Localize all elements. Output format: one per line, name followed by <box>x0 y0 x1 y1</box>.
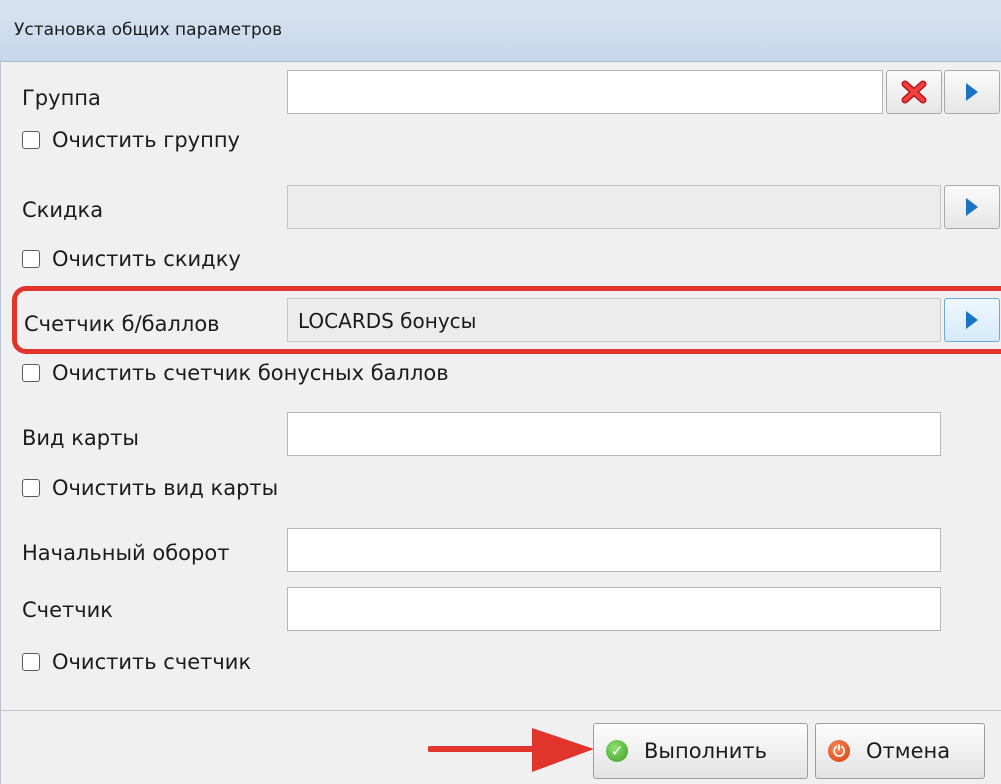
group-label: Группа <box>22 86 101 110</box>
group-clear-button[interactable] <box>886 70 942 114</box>
discount-field[interactable] <box>287 185 941 229</box>
play-triangle-icon <box>966 311 978 329</box>
discount-label: Скидка <box>22 198 104 222</box>
play-triangle-icon <box>966 198 978 216</box>
card-type-field[interactable] <box>287 412 941 456</box>
bonus-counter-select-button[interactable] <box>944 298 1000 342</box>
checkbox-box <box>22 653 40 671</box>
clear-bonus-counter-checkbox[interactable]: Очистить счетчик бонусных баллов <box>22 361 449 385</box>
clear-discount-label: Очистить скидку <box>52 247 241 271</box>
execute-button[interactable]: ✓ Выполнить <box>593 723 808 779</box>
discount-select-button[interactable] <box>944 185 1000 229</box>
clear-group-checkbox[interactable]: Очистить группу <box>22 128 240 152</box>
clear-bonus-counter-label: Очистить счетчик бонусных баллов <box>52 361 449 385</box>
checkbox-box <box>22 131 40 149</box>
cancel-button-label: Отмена <box>866 739 951 763</box>
initial-turnover-label: Начальный оборот <box>22 541 230 565</box>
execute-button-label: Выполнить <box>644 739 767 763</box>
red-arrow-annotation <box>428 728 594 772</box>
clear-counter-checkbox[interactable]: Очистить счетчик <box>22 650 251 674</box>
checkbox-box <box>22 479 40 497</box>
counter-field[interactable] <box>287 587 941 631</box>
initial-turnover-field[interactable] <box>287 528 941 572</box>
clear-card-type-label: Очистить вид карты <box>52 476 279 500</box>
close-x-icon <box>901 80 927 104</box>
check-circle-icon: ✓ <box>606 740 628 762</box>
group-field[interactable] <box>287 70 883 114</box>
play-triangle-icon <box>966 83 978 101</box>
bonus-counter-label: Счетчик б/баллов <box>24 312 220 336</box>
clear-group-label: Очистить группу <box>52 128 240 152</box>
bonus-counter-field[interactable]: LOCARDS бонусы <box>287 298 941 342</box>
clear-discount-checkbox[interactable]: Очистить скидку <box>22 247 241 271</box>
cancel-button[interactable]: ⏻ Отмена <box>815 723 985 779</box>
dialog-titlebar: Установка общих параметров <box>0 0 1001 62</box>
counter-label: Счетчик <box>22 598 113 622</box>
card-type-label: Вид карты <box>22 426 139 450</box>
group-select-button[interactable] <box>944 70 1000 114</box>
checkbox-box <box>22 364 40 382</box>
clear-counter-label: Очистить счетчик <box>52 650 252 674</box>
dialog-title: Установка общих параметров <box>14 20 283 40</box>
clear-card-type-checkbox[interactable]: Очистить вид карты <box>22 476 278 500</box>
checkbox-box <box>22 250 40 268</box>
power-icon: ⏻ <box>828 740 850 762</box>
